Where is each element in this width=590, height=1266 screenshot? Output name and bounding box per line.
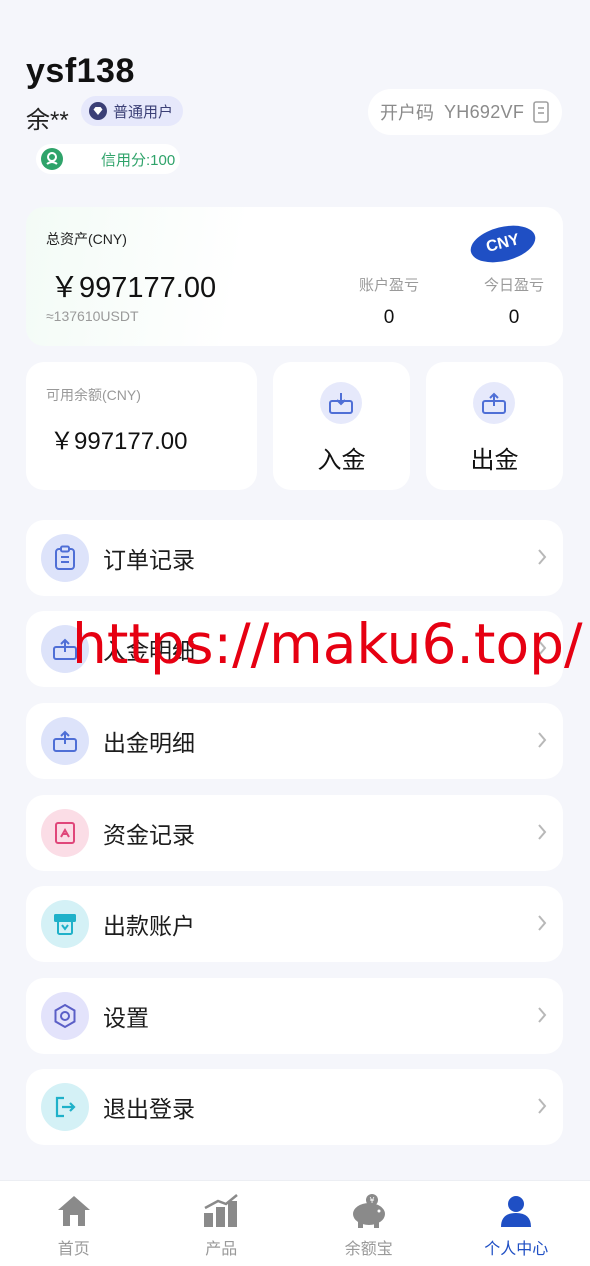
piggy-bank-icon: ¥ <box>349 1193 389 1229</box>
funds-icon <box>41 809 89 857</box>
menu-item-label: 出金明细 <box>103 730 195 756</box>
tab-label: 个人中心 <box>484 1241 549 1258</box>
tab-home[interactable]: 首页 <box>0 1181 148 1266</box>
menu-item-settings[interactable]: 设置 <box>26 978 563 1054</box>
today-pnl-label: 今日盈亏 <box>483 277 544 294</box>
invite-code-pill[interactable]: 开户码 YH692VF <box>368 89 562 135</box>
deposit-label: 入金 <box>317 447 366 474</box>
account-pnl: 账户盈亏 0 <box>344 274 434 329</box>
deposit-button[interactable]: 入金 <box>273 362 410 490</box>
currency-badge-label: CNY <box>484 231 522 256</box>
currency-badge: CNY <box>466 219 540 269</box>
chevron-right-icon <box>538 1007 547 1023</box>
menu-item-withdraw-details[interactable]: 出金明细 <box>26 703 563 779</box>
user-level-badge: 普通用户 <box>81 96 184 126</box>
menu-item-label: 退出登录 <box>103 1096 195 1122</box>
withdraw-icon <box>473 382 515 424</box>
copy-icon[interactable] <box>532 100 550 124</box>
available-balance-amount: ￥997177.00 <box>50 428 188 455</box>
menu-item-label: 资金记录 <box>103 822 195 848</box>
real-name: 余** <box>26 107 69 134</box>
today-pnl: 今日盈亏 0 <box>469 274 559 329</box>
person-icon <box>496 1193 536 1229</box>
tab-label: 余额宝 <box>344 1241 393 1258</box>
profile-header: ysf138 余** 普通用户 信用分:100 开户码 YH692VF <box>0 0 590 200</box>
today-pnl-value: 0 <box>508 307 520 328</box>
total-assets-amount: ￥997177.00 <box>50 272 217 304</box>
home-icon <box>54 1193 94 1229</box>
invite-code-value: YH692VF <box>444 101 525 122</box>
watermark-url: https://maku6.top/ <box>72 612 583 676</box>
chevron-right-icon <box>538 1098 547 1114</box>
tab-label: 产品 <box>205 1241 238 1258</box>
menu-item-label: 订单记录 <box>103 547 195 573</box>
user-level-label: 普通用户 <box>113 103 174 121</box>
available-balance-label: 可用余额(CNY) <box>46 387 141 403</box>
account-pnl-label: 账户盈亏 <box>358 277 419 294</box>
withdraw-label: 出金 <box>470 447 519 474</box>
tab-products[interactable]: 产品 <box>148 1181 296 1266</box>
menu-item-logout[interactable]: 退出登录 <box>26 1069 563 1145</box>
credit-score-badge: 信用分:100 <box>36 144 180 174</box>
atm-icon <box>41 900 89 948</box>
tab-label: 首页 <box>57 1241 90 1258</box>
tab-profile[interactable]: 个人中心 <box>443 1181 590 1266</box>
chevron-right-icon <box>538 824 547 840</box>
logout-icon <box>41 1083 89 1131</box>
invite-code-label: 开户码 <box>380 103 434 123</box>
menu-item-label: 出款账户 <box>103 913 195 939</box>
usdt-equivalent: ≈137610USDT <box>46 308 139 324</box>
chevron-right-icon <box>538 915 547 931</box>
tab-yuebao[interactable]: ¥ 余额宝 <box>295 1181 443 1266</box>
menu-item-label: 设置 <box>103 1005 149 1031</box>
total-assets-label: 总资产(CNY) <box>46 231 127 247</box>
total-assets-card: 总资产(CNY) ￥997177.00 ≈137610USDT CNY 账户盈亏… <box>26 207 563 346</box>
deposit-icon <box>320 382 362 424</box>
withdraw-button[interactable]: 出金 <box>426 362 563 490</box>
svg-text:¥: ¥ <box>369 1196 374 1205</box>
withdraw-icon <box>41 717 89 765</box>
chevron-right-icon <box>538 549 547 565</box>
chevron-right-icon <box>538 732 547 748</box>
credit-score: 信用分:100 <box>101 151 176 169</box>
credit-flower-icon <box>41 148 63 170</box>
clipboard-icon <box>41 534 89 582</box>
username: ysf138 <box>26 52 135 90</box>
settings-icon <box>41 992 89 1040</box>
available-balance-card: 可用余额(CNY) ￥997177.00 <box>26 362 257 490</box>
diamond-icon <box>89 102 107 120</box>
menu-item-fund-records[interactable]: 资金记录 <box>26 795 563 871</box>
account-pnl-value: 0 <box>383 307 395 328</box>
chart-icon <box>201 1193 241 1229</box>
bottom-tab-bar: 首页 产品 ¥ 余额宝 个人中心 <box>0 1180 590 1266</box>
menu-item-order-records[interactable]: 订单记录 <box>26 520 563 596</box>
menu-item-payout-account[interactable]: 出款账户 <box>26 886 563 962</box>
